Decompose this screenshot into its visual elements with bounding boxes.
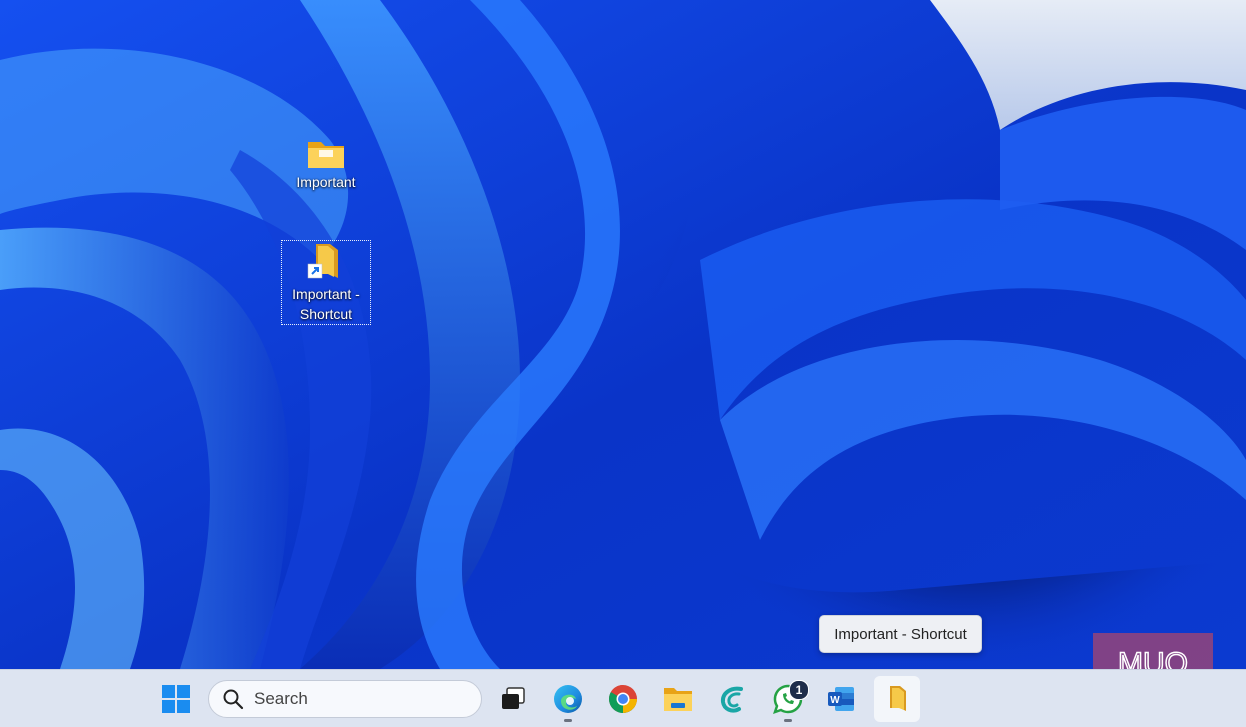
taskbar-important-shortcut[interactable]	[874, 676, 920, 722]
taskbar-word[interactable]: W	[818, 676, 864, 722]
task-view-icon	[502, 687, 525, 709]
svg-text:W: W	[830, 695, 840, 706]
taskbar: Search 1 W	[0, 669, 1246, 727]
start-button[interactable]	[153, 676, 199, 722]
windows-logo-icon	[162, 685, 190, 713]
taskbar-app-c[interactable]	[710, 676, 756, 722]
taskbar-edge[interactable]	[545, 676, 591, 722]
tooltip-text: Important - Shortcut	[834, 625, 967, 643]
running-indicator	[564, 719, 572, 722]
taskbar-tooltip: Important - Shortcut	[819, 615, 982, 653]
wallpaper	[0, 0, 1246, 669]
taskbar-chrome[interactable]	[600, 676, 646, 722]
task-view-button[interactable]	[490, 676, 536, 722]
folder-shortcut-icon	[307, 244, 338, 279]
desktop-icon-label: Important	[296, 174, 356, 190]
folder-icon	[308, 142, 344, 168]
desktop-icon-important-shortcut[interactable]: Important - Shortcut	[281, 240, 371, 325]
word-icon: W	[828, 687, 854, 711]
edge-icon	[554, 685, 582, 713]
search-input[interactable]: Search	[208, 680, 482, 718]
search-placeholder: Search	[254, 689, 308, 708]
file-explorer-icon	[664, 688, 692, 711]
taskbar-file-explorer[interactable]	[655, 676, 701, 722]
c-logo-icon	[720, 686, 743, 713]
running-indicator	[784, 719, 792, 722]
desktop-icon-important[interactable]: Important	[281, 136, 371, 192]
desktop[interactable]: Important Important - Shortcut Important…	[0, 0, 1246, 727]
chrome-icon	[609, 685, 637, 713]
taskbar-whatsapp[interactable]: 1	[765, 676, 811, 722]
desktop-icon-label: Important - Shortcut	[292, 286, 360, 322]
folder-shortcut-icon	[890, 686, 906, 711]
search-icon	[223, 689, 244, 710]
notification-badge: 1	[789, 680, 809, 700]
